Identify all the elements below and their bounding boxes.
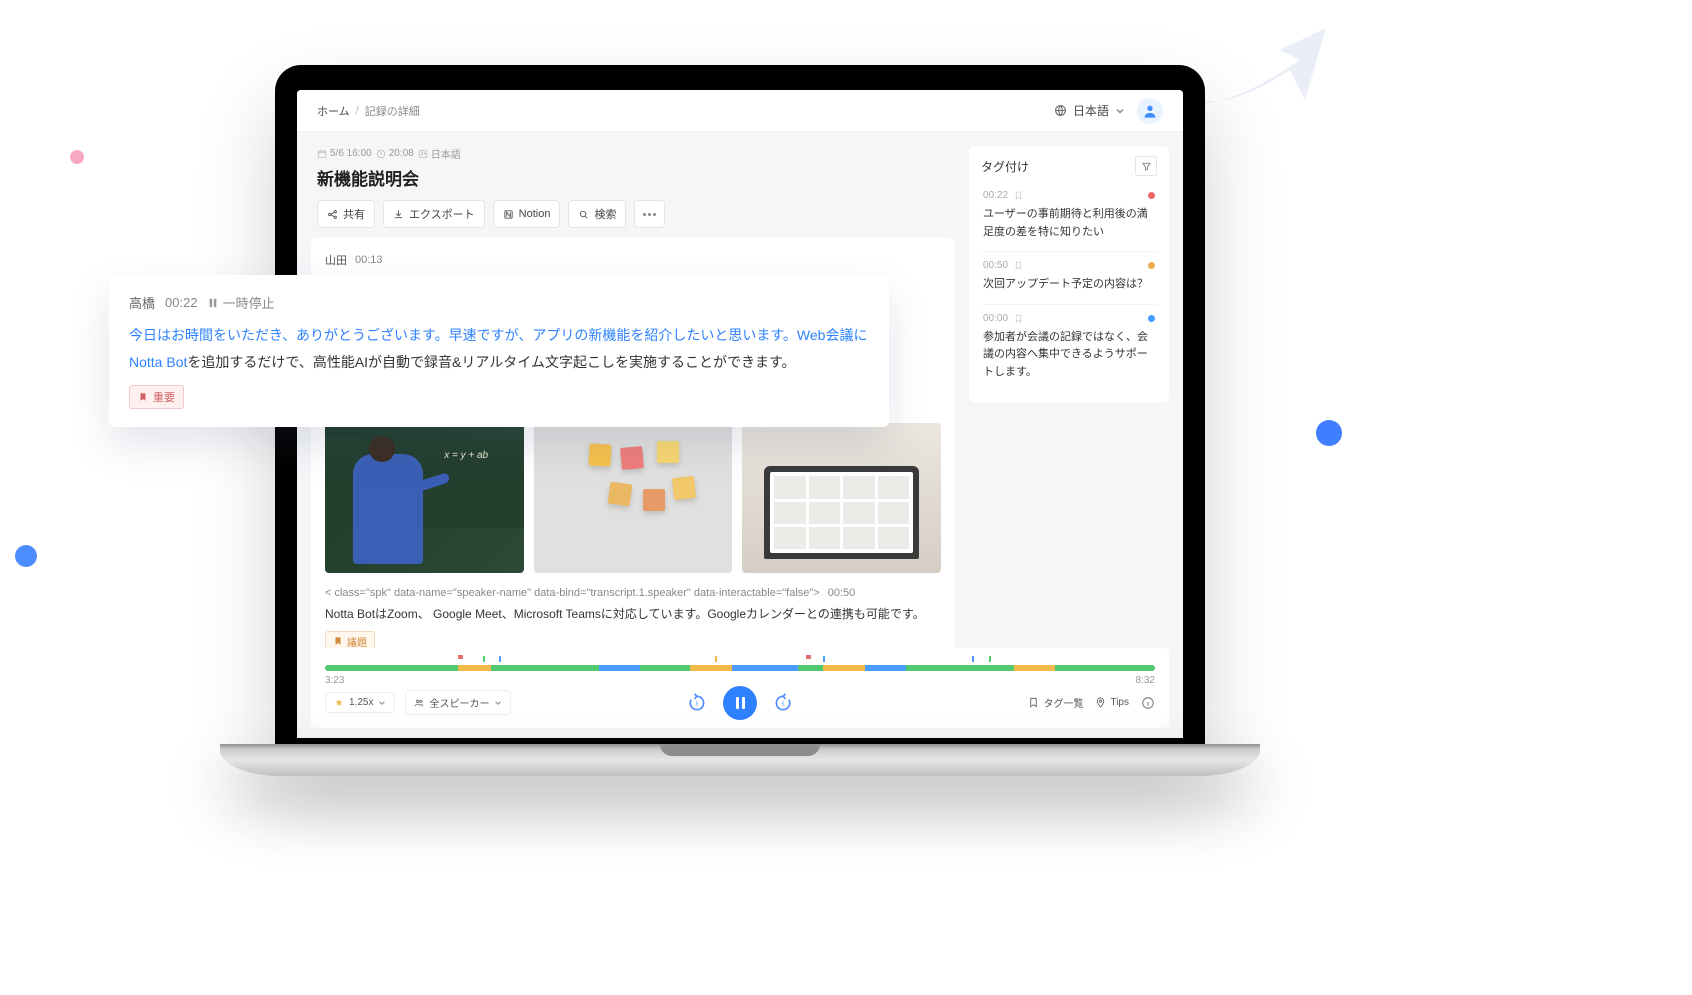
tags-panel-title: タグ付け [981, 158, 1029, 175]
tag-item[interactable]: 00:22 ユーザーの事前期待と利用後の満足度の差を特に知りたい [981, 182, 1157, 251]
total-time: 8:32 [1136, 675, 1155, 686]
speed-selector[interactable]: 1.25x [325, 692, 395, 713]
transcript-block[interactable]: < class="spk" data-name="speaker-name" d… [325, 587, 941, 651]
notion-icon [503, 209, 514, 220]
pause-indicator[interactable]: 一時停止 [208, 293, 275, 312]
audio-player: 3:23 8:32 1.25x 全スピーカー [311, 648, 1169, 728]
location-icon [1095, 697, 1106, 708]
speed-icon [334, 698, 344, 708]
avatar[interactable] [1137, 98, 1163, 124]
tag-text: 参加者が会議の記録ではなく、会議の内容へ集中できるようサポートします。 [983, 329, 1155, 382]
transcript-text: Notta BotはZoom、 Google Meet、Microsoft Te… [325, 604, 941, 624]
skip-back-button[interactable]: 5 [685, 691, 709, 715]
skip-forward-button[interactable]: 5 [771, 691, 795, 715]
svg-text:5: 5 [696, 701, 699, 707]
page-title: 新機能説明会 [317, 165, 949, 190]
bookmark-icon [1014, 261, 1023, 270]
chevron-down-icon [494, 699, 502, 707]
bookmark-icon [1014, 314, 1023, 323]
breadcrumb-home[interactable]: ホーム [317, 103, 350, 119]
speaker-name: 山田 [325, 252, 347, 268]
breadcrumb-current: 記録の詳細 [365, 103, 420, 119]
timestamp: 00:50 [828, 587, 856, 599]
info-button[interactable] [1141, 696, 1155, 710]
globe-icon [1054, 104, 1067, 117]
chevron-down-icon [378, 699, 386, 707]
pause-button[interactable] [723, 686, 757, 720]
illustration-sticky-notes[interactable] [534, 423, 733, 573]
bookmark-icon [138, 392, 148, 402]
share-icon [327, 209, 338, 220]
speaker-name: 高橋 [129, 293, 155, 312]
skip-forward-icon: 5 [773, 693, 793, 713]
svg-text:5: 5 [782, 701, 785, 707]
more-button[interactable] [634, 200, 665, 228]
search-icon [578, 209, 589, 220]
bookmark-icon [1014, 191, 1023, 200]
timestamp: 00:13 [355, 254, 383, 266]
skip-back-icon: 5 [687, 693, 707, 713]
decoration-dot-pink [70, 150, 84, 164]
decoration-dot-blue [15, 545, 37, 567]
illustration-laptop[interactable] [742, 423, 941, 573]
pause-icon [736, 697, 745, 709]
info-icon [1141, 696, 1155, 710]
bookmark-icon [333, 636, 343, 646]
current-time: 3:23 [325, 675, 344, 686]
users-icon [414, 698, 424, 708]
calendar-icon [317, 149, 327, 159]
tags-list-link[interactable]: タグ一覧 [1028, 695, 1083, 710]
user-icon [1142, 103, 1158, 119]
tag-time: 00:00 [983, 313, 1008, 324]
pause-icon [208, 298, 218, 308]
tag-chip-important[interactable]: 重要 [129, 385, 184, 409]
tips-link[interactable]: Tips [1095, 697, 1129, 708]
tag-item[interactable]: 00:00 参加者が会議の記録ではなく、会議の内容へ集中できるようサポートします。 [981, 304, 1157, 392]
search-button[interactable]: 検索 [568, 200, 626, 228]
record-meta: 5/6 16:00 20:08 日本語 [317, 146, 949, 161]
tag-time: 00:50 [983, 260, 1008, 271]
language-icon [418, 149, 428, 159]
language-label: 日本語 [1073, 102, 1109, 119]
tag-color-dot [1148, 262, 1155, 269]
more-icon [643, 213, 656, 216]
image-grid: x = y + ab [325, 423, 941, 573]
seek-track[interactable] [325, 665, 1155, 671]
tag-text: 次回アップデート予定の内容は？ [983, 276, 1155, 294]
filter-icon [1141, 161, 1152, 172]
speaker-filter[interactable]: 全スピーカー [405, 690, 511, 715]
language-selector[interactable]: 日本語 [1054, 102, 1125, 119]
timestamp: 00:22 [165, 295, 198, 310]
illustration-blackboard[interactable]: x = y + ab [325, 423, 524, 573]
clock-icon [376, 149, 386, 159]
tag-item[interactable]: 00:50 次回アップデート予定の内容は？ [981, 251, 1157, 304]
tag-color-dot [1148, 192, 1155, 199]
tag-text: ユーザーの事前期待と利用後の満足度の差を特に知りたい [983, 206, 1155, 241]
bookmark-icon [1028, 697, 1039, 708]
tag-time: 00:22 [983, 190, 1008, 201]
decoration-dot-blue [1316, 420, 1342, 446]
transcript-text: 今日はお時間をいただき、ありがとうございます。早速ですが、アプリの新機能を紹介し… [129, 322, 869, 375]
export-button[interactable]: エクスポート [383, 200, 485, 228]
tag-color-dot [1148, 315, 1155, 322]
notion-button[interactable]: Notion [493, 200, 561, 228]
share-button[interactable]: 共有 [317, 200, 375, 228]
export-icon [393, 209, 404, 220]
chevron-down-icon [1115, 106, 1125, 116]
tags-panel: タグ付け 00:22 ユーザーの事前期待と利用後の満足度の差を特に知りたい 00:5… [969, 146, 1169, 402]
breadcrumb: ホーム / 記録の詳細 [317, 103, 420, 119]
highlighted-transcript-card[interactable]: 高橋 00:22 一時停止 今日はお時間をいただき、ありがとうございます。早速で… [109, 275, 889, 427]
filter-button[interactable] [1135, 156, 1157, 176]
